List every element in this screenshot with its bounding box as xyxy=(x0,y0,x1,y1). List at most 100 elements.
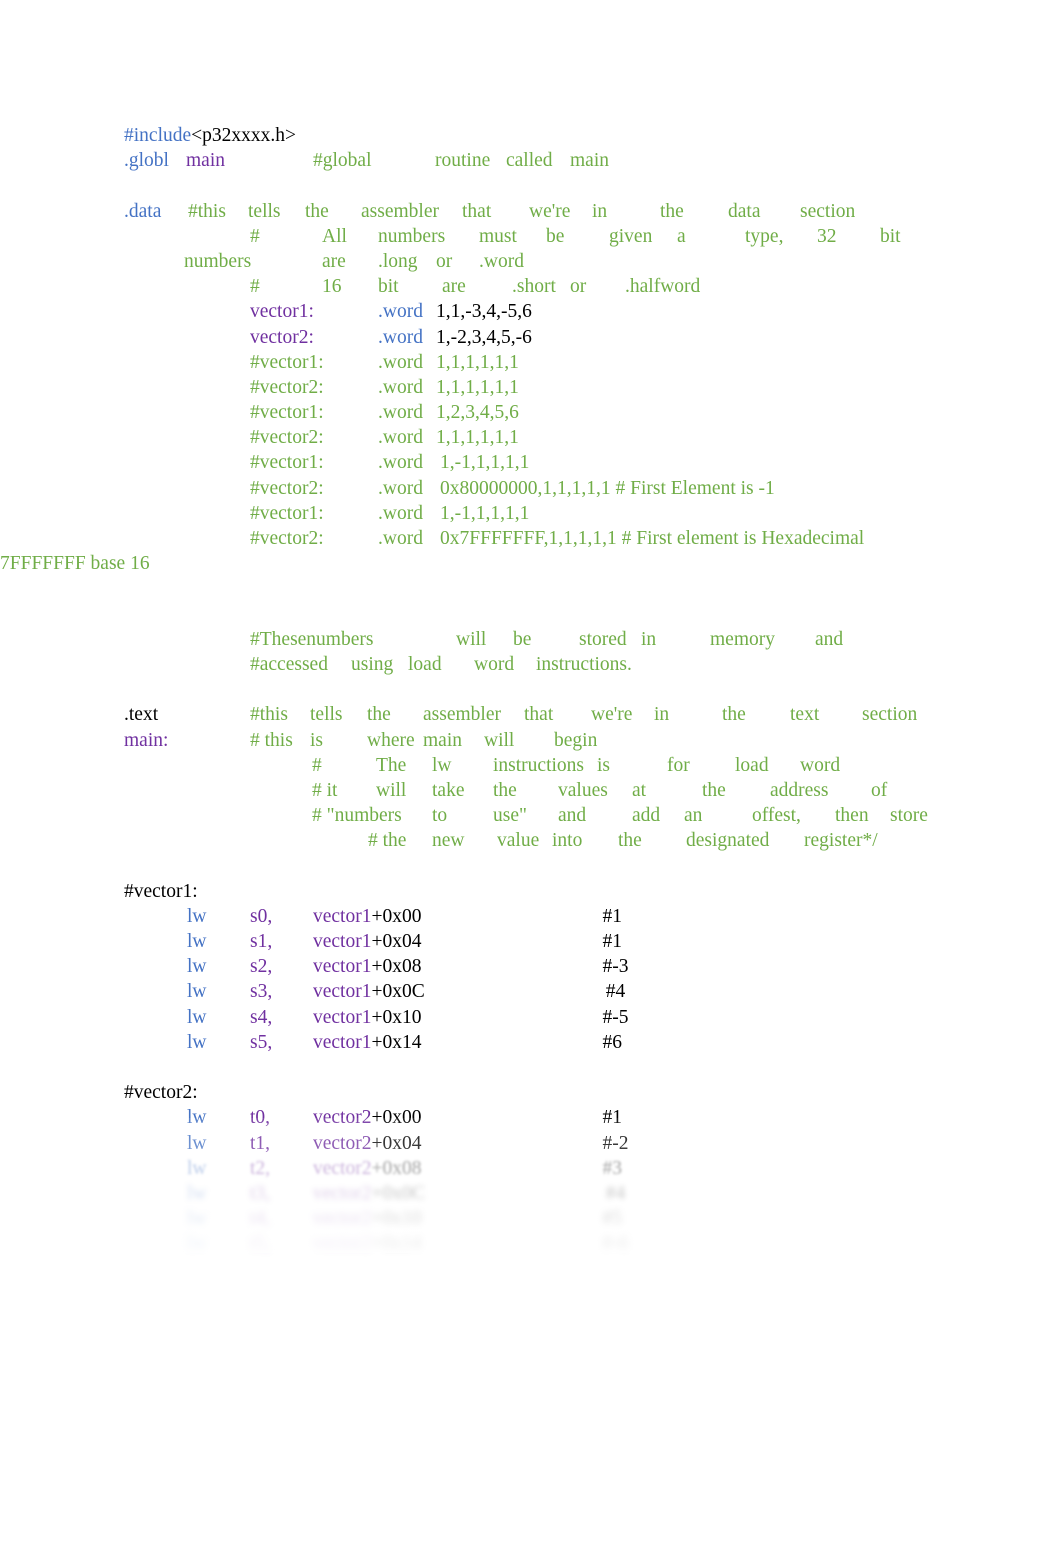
code-line-lw-t5: lw t5, vector2+0x14 #-6 xyxy=(124,1231,1024,1256)
code-line-main-label: main: # this is where main will begin xyxy=(124,728,1024,753)
code-token: 32 xyxy=(817,225,837,247)
code-token: or xyxy=(570,276,587,298)
code-token: # this xyxy=(250,729,293,751)
code-line-comment-16bit-short: #16 bit are .short or .halfword xyxy=(124,274,1024,299)
code-token: s5, xyxy=(250,1031,273,1053)
code-token: memory xyxy=(710,628,775,650)
code-token: for xyxy=(667,754,690,776)
code-token: numbers xyxy=(378,225,446,247)
code-token: be xyxy=(513,628,532,650)
code-token: vector1 xyxy=(313,1031,372,1053)
code-token: main xyxy=(423,729,462,751)
code-line-c-vector2-ones: #vector2: .word 1,1,1,1,1,1 xyxy=(124,375,1024,400)
code-token: the xyxy=(367,704,391,726)
code-line-text-directive: .text #this tells the assembler that we're in th… xyxy=(124,702,1024,727)
code-token: we're xyxy=(529,200,571,222)
code-token: type, xyxy=(745,225,784,247)
code-token: is xyxy=(597,754,611,776)
code-token: use" xyxy=(493,805,527,827)
code-token: +0x0C xyxy=(371,981,425,1003)
code-token: bit xyxy=(378,276,399,298)
code-line-include: #include <p32xxxx.h> xyxy=(124,123,1024,148)
code-token: where xyxy=(367,729,415,751)
code-token: section xyxy=(862,704,918,726)
code-line-c-vector2-ones-2: #vector2: .word 1,1,1,1,1,1 xyxy=(124,425,1024,450)
code-token: 1,-1,1,1,1,1 xyxy=(440,502,530,524)
code-token: <p32xxxx.h> xyxy=(191,125,297,146)
code-token: vector2 xyxy=(313,1107,372,1129)
code-token: t1, xyxy=(250,1132,271,1154)
code-token: main xyxy=(570,150,609,172)
code-token: address xyxy=(770,779,829,801)
code-token: main: xyxy=(124,729,169,751)
code-line-lw-t0: lw t0, vector2+0x00 #1 xyxy=(124,1105,1024,1130)
code-token: t0, xyxy=(250,1107,271,1129)
code-line-blank-5 xyxy=(124,853,1024,878)
code-line-c-hex-wrap: 7FFFFFFF base 16 xyxy=(0,551,1024,576)
code-token: #this xyxy=(188,200,226,222)
code-token: we're xyxy=(591,704,633,726)
code-token: 1,1,1,1,1,1 xyxy=(436,376,519,398)
code-token: designated xyxy=(686,830,770,852)
code-token: .short xyxy=(512,276,556,298)
code-token: #-3 xyxy=(602,956,629,978)
code-token: +0x04 xyxy=(371,1132,422,1154)
code-token: .long xyxy=(378,250,418,272)
code-token: load xyxy=(408,653,442,675)
code-token: using xyxy=(351,653,394,675)
code-token: that xyxy=(524,704,554,726)
code-line-c-vector2-hex7f: #vector2: .word 0x7FFFFFFF,1,1,1,1,1 # Fir… xyxy=(124,526,1024,551)
code-token: instructions. xyxy=(536,653,632,675)
code-token: lw xyxy=(187,1006,207,1028)
code-token: vector1 xyxy=(313,956,372,978)
code-token: register*/ xyxy=(804,830,878,852)
code-token: vector1 xyxy=(313,931,372,952)
code-token: word xyxy=(800,754,841,776)
code-line-lw-s4: lw s4, vector1+0x10 #-5 xyxy=(124,1005,1024,1030)
code-token: will xyxy=(376,779,407,801)
code-token: .word xyxy=(378,502,423,524)
code-token: .word xyxy=(378,402,423,424)
code-token: #3 xyxy=(602,1157,622,1179)
code-token: #vector2: xyxy=(250,427,324,449)
code-token: instructions xyxy=(493,754,584,776)
code-token: #-2 xyxy=(602,1132,629,1154)
code-token: values xyxy=(558,779,608,801)
code-token: add xyxy=(632,805,661,827)
code-token: lw xyxy=(187,1208,207,1230)
code-token: s3, xyxy=(250,981,273,1003)
code-token: of xyxy=(871,779,888,801)
code-line-c-vector1-ones: #vector1: .word 1,1,1,1,1,1 xyxy=(124,350,1024,375)
code-token: +0x00 xyxy=(371,905,422,927)
code-token: text xyxy=(790,704,820,726)
code-line-comment-long-word: numbers are .long or .word xyxy=(124,249,1024,274)
code-token: #-5 xyxy=(602,1006,629,1028)
code-line-c-vector1-neg-2: #vector1: .word 1,-1,1,1,1,1 xyxy=(124,501,1024,526)
document-page: #include <p32xxxx.h> .globl main #global rou… xyxy=(0,0,1062,1561)
code-token: at xyxy=(632,779,647,801)
code-token: t2, xyxy=(250,1157,271,1179)
code-token: +0x14 xyxy=(371,1031,422,1053)
code-line-comment-lw-is: # The lw instructions is for load word xyxy=(124,753,1024,778)
code-line-blank-6 xyxy=(124,1055,1024,1080)
code-token: .word xyxy=(479,250,524,272)
code-token: #vector2: xyxy=(250,376,324,398)
code-token: vector1 xyxy=(313,1006,372,1028)
code-line-lw-s1: lw s1, vector1+0x04 #1 xyxy=(124,929,1024,954)
code-token: # xyxy=(312,754,322,776)
code-token: s4, xyxy=(250,1006,273,1028)
code-token: #vector2: xyxy=(124,1082,198,1104)
code-token: #vector2: xyxy=(250,477,324,499)
code-token: 1,1,1,1,1,1 xyxy=(436,351,519,373)
code-token: lw xyxy=(187,981,207,1003)
code-token: # it xyxy=(312,779,338,801)
code-token: or xyxy=(436,250,453,272)
code-token: 1,1,-3,4,-5,6 xyxy=(436,301,532,323)
code-line-comment-it-will-take: # it will take the values at the address of xyxy=(124,778,1024,803)
code-token: #6 xyxy=(602,1031,622,1053)
code-token: vector2 xyxy=(313,1157,372,1179)
code-line-c-vector1-neg: #vector1: .word 1,-1,1,1,1,1 xyxy=(124,450,1024,475)
code-token: .word xyxy=(378,452,423,474)
code-token: lw xyxy=(432,754,452,776)
code-token: +0x08 xyxy=(371,956,422,978)
